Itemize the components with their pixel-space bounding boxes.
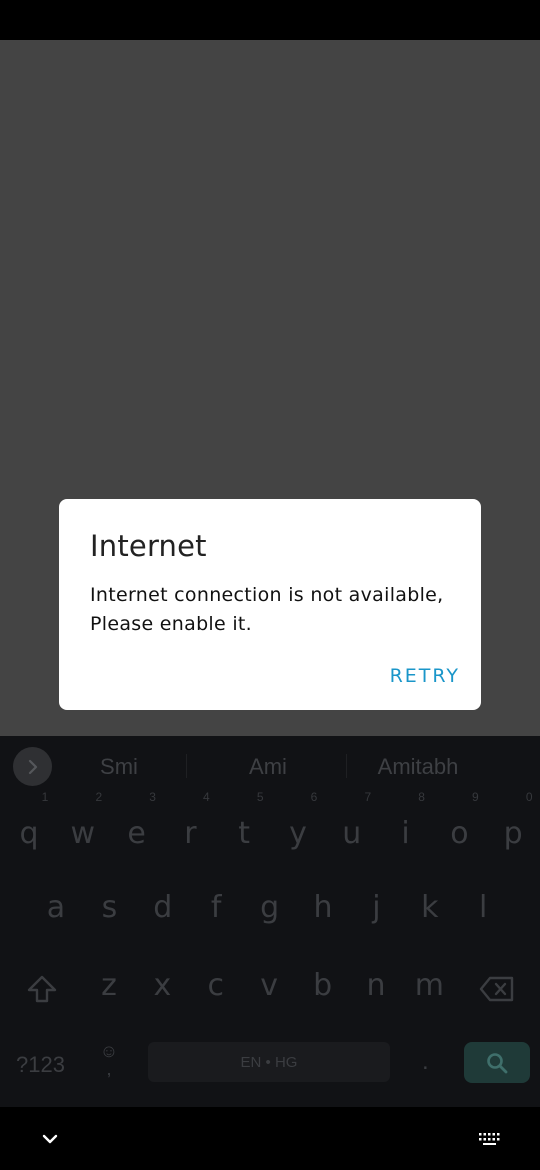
key-hint: 5 (256, 790, 264, 804)
key-hint: 0 (525, 790, 533, 804)
symbols-key[interactable]: ?123 (16, 1052, 65, 1078)
key-l[interactable]: l (459, 890, 507, 925)
keyboard-switch-icon[interactable] (478, 1131, 502, 1147)
key-t[interactable]: t (220, 816, 268, 851)
suggestion-3[interactable]: Amitabh (360, 754, 476, 780)
key-q[interactable]: q (5, 816, 53, 851)
key-i[interactable]: i (382, 816, 430, 851)
no-internet-dialog: Internet Internet connection is not avai… (59, 499, 481, 710)
emoji-comma-key[interactable]: ☺ , (96, 1042, 122, 1078)
key-o[interactable]: o (435, 816, 483, 851)
key-u[interactable]: u (328, 816, 376, 851)
key-f[interactable]: f (192, 890, 240, 925)
status-bar (0, 0, 540, 40)
key-hint: 8 (418, 790, 425, 804)
key-c[interactable]: c (192, 968, 240, 1003)
key-hint: 3 (149, 790, 156, 804)
comma-label: , (106, 1059, 112, 1079)
suggestion-divider (186, 754, 187, 778)
search-icon (487, 1052, 508, 1073)
retry-button[interactable]: RETRY (390, 665, 460, 687)
suggestion-1[interactable]: Smi (78, 754, 160, 780)
key-j[interactable]: j (352, 890, 400, 925)
key-x[interactable]: x (138, 968, 186, 1003)
key-hint: 7 (364, 790, 372, 804)
key-k[interactable]: k (406, 890, 454, 925)
suggestion-2[interactable]: Ami (226, 754, 310, 780)
key-hint: 2 (95, 790, 103, 804)
key-w[interactable]: w (59, 816, 107, 851)
key-m[interactable]: m (405, 968, 453, 1003)
key-h[interactable]: h (299, 890, 347, 925)
key-v[interactable]: v (245, 968, 293, 1003)
suggestion-divider (346, 754, 347, 778)
search-key[interactable] (464, 1042, 530, 1083)
key-b[interactable]: b (299, 968, 347, 1003)
key-hint: 4 (203, 790, 210, 804)
key-hint: 9 (472, 790, 479, 804)
key-p[interactable]: p (489, 816, 537, 851)
dialog-message: Internet connection is not available, Pl… (90, 584, 444, 635)
key-z[interactable]: z (85, 968, 133, 1003)
backspace-key[interactable] (479, 976, 515, 1007)
key-d[interactable]: d (139, 890, 187, 925)
key-e[interactable]: e (113, 816, 161, 851)
expand-toolbar-button[interactable] (13, 747, 52, 786)
suggestion-bar: Smi Ami Amitabh (0, 736, 540, 796)
chevron-right-icon (28, 759, 37, 774)
shift-key[interactable] (26, 974, 58, 1009)
hide-keyboard-chevron-icon[interactable] (40, 1131, 60, 1147)
key-r[interactable]: r (166, 816, 214, 851)
key-hint: 6 (310, 790, 318, 804)
navigation-bar (0, 1107, 540, 1170)
key-n[interactable]: n (352, 968, 400, 1003)
dialog-title: Internet (90, 529, 207, 563)
key-g[interactable]: g (246, 890, 294, 925)
shift-arrow-icon (27, 975, 57, 1003)
key-hint: 1 (41, 790, 49, 804)
smiley-icon: ☺ (99, 1041, 119, 1061)
space-bar[interactable]: EN • HG (148, 1042, 390, 1082)
period-key[interactable]: . (422, 1048, 429, 1076)
backspace-icon (479, 976, 514, 1002)
on-screen-keyboard: Smi Ami Amitabh q 1w 2e 3r 4t 5y 6u 7i 8o 9p 0 asd… (0, 736, 540, 1107)
key-a[interactable]: a (32, 890, 80, 925)
key-y[interactable]: y (274, 816, 322, 851)
key-s[interactable]: s (85, 890, 133, 925)
